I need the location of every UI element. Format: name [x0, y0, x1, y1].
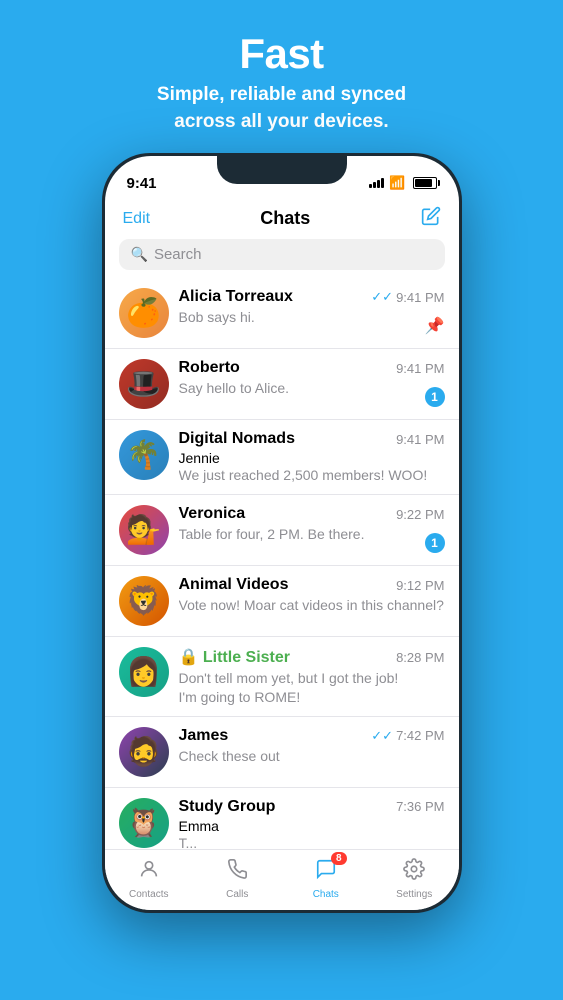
chat-time: 9:41 PM — [396, 432, 444, 447]
chat-preview: T... — [179, 834, 445, 849]
phone-wrapper: 9:41 📶 Edit Chats — [102, 153, 462, 913]
header-title: Fast — [157, 30, 406, 78]
header-section: Fast Simple, reliable and syncedacross a… — [157, 0, 406, 153]
chat-sender: Jennie — [179, 450, 445, 466]
chat-preview: We just reached 2,500 members! WOO! — [179, 466, 445, 484]
avatar: 🦁 — [119, 576, 169, 626]
avatar: 🍊 — [119, 288, 169, 338]
avatar: 💁 — [119, 505, 169, 555]
search-bar[interactable]: 🔍 Search — [119, 239, 445, 270]
chat-name: Animal Videos — [179, 576, 289, 594]
chat-name: Digital Nomads — [179, 430, 295, 448]
chat-name: Veronica — [179, 505, 246, 523]
chat-preview: Say hello to Alice. — [179, 379, 445, 397]
avatar: 🦉 — [119, 798, 169, 848]
tab-calls-label: Calls — [226, 889, 248, 900]
unread-badge: 1 — [425, 387, 445, 407]
tab-contacts[interactable]: Contacts — [105, 858, 194, 900]
chat-time: 9:22 PM — [396, 507, 444, 522]
phone-inner: 9:41 📶 Edit Chats — [105, 156, 459, 910]
chat-time: ✓✓ 7:42 PM — [371, 728, 444, 744]
chat-time: 9:41 PM — [396, 361, 444, 376]
list-item[interactable]: 🦉 Study Group 7:36 PM Emma T... — [105, 788, 459, 849]
chat-sender: Emma — [179, 818, 445, 834]
chat-preview-sub: I'm going to ROME! — [179, 688, 445, 706]
tab-contacts-label: Contacts — [129, 889, 168, 900]
list-item[interactable]: 🎩 Roberto 9:41 PM Say hello to Alice. 1 — [105, 349, 459, 420]
battery-icon — [413, 177, 437, 189]
list-item[interactable]: 💁 Veronica 9:22 PM Table for four, 2 PM.… — [105, 495, 459, 566]
tab-bar: Contacts Calls — [105, 849, 459, 910]
pin-icon: 📌 — [425, 316, 445, 336]
nav-bar: Edit Chats — [105, 200, 459, 239]
tab-settings-label: Settings — [396, 889, 432, 900]
avatar: 🌴 — [119, 430, 169, 480]
status-icons: 📶 — [369, 175, 436, 191]
chat-time: 7:36 PM — [396, 799, 444, 814]
chat-name: James — [179, 727, 229, 745]
list-item[interactable]: 👩 🔒 Little Sister 8:28 PM Don't tell mom… — [105, 637, 459, 716]
chat-preview: Vote now! Moar cat videos in this channe… — [179, 596, 445, 614]
avatar: 👩 — [119, 647, 169, 697]
list-item[interactable]: 🌴 Digital Nomads 9:41 PM Jennie We just … — [105, 420, 459, 495]
chat-time: ✓✓ 9:41 PM — [371, 289, 444, 305]
chat-name: Roberto — [179, 359, 240, 377]
signal-icon — [369, 178, 384, 188]
chat-preview: Check these out — [179, 747, 445, 765]
tab-settings[interactable]: Settings — [370, 858, 459, 900]
avatar: 🧔 — [119, 727, 169, 777]
edit-button[interactable]: Edit — [123, 210, 151, 228]
chat-preview: Don't tell mom yet, but I got the job! — [179, 669, 445, 687]
unread-badge: 1 — [425, 533, 445, 553]
compose-button[interactable] — [421, 206, 441, 231]
chat-name: 🔒 Little Sister — [179, 647, 291, 667]
notch — [217, 156, 347, 184]
chat-time: 9:12 PM — [396, 578, 444, 593]
tab-chats-label: Chats — [313, 889, 339, 900]
search-icon: 🔍 — [131, 246, 148, 263]
chat-list: 🍊 Alicia Torreaux ✓✓ 9:41 PM Bob says hi… — [105, 278, 459, 849]
status-time: 9:41 — [127, 175, 157, 192]
chat-name: Alicia Torreaux — [179, 288, 293, 306]
calls-icon — [226, 858, 248, 886]
tab-calls[interactable]: Calls — [193, 858, 282, 900]
list-item[interactable]: 🧔 James ✓✓ 7:42 PM Check these out — [105, 717, 459, 788]
contacts-icon — [138, 858, 160, 886]
wifi-icon: 📶 — [389, 175, 405, 191]
chat-name: Study Group — [179, 798, 276, 816]
list-item[interactable]: 🍊 Alicia Torreaux ✓✓ 9:41 PM Bob says hi… — [105, 278, 459, 349]
chat-time: 8:28 PM — [396, 650, 444, 665]
list-item[interactable]: 🦁 Animal Videos 9:12 PM Vote now! Moar c… — [105, 566, 459, 637]
chat-preview: Bob says hi. — [179, 308, 445, 326]
avatar: 🎩 — [119, 359, 169, 409]
tab-chats[interactable]: 8 Chats — [282, 858, 371, 900]
nav-title: Chats — [260, 208, 310, 229]
settings-icon — [403, 858, 425, 886]
header-subtitle: Simple, reliable and syncedacross all yo… — [157, 82, 406, 135]
phone-frame: 9:41 📶 Edit Chats — [102, 153, 462, 913]
chat-preview: Table for four, 2 PM. Be there. — [179, 525, 445, 543]
chats-tab-badge: 8 — [331, 852, 347, 865]
search-placeholder: Search — [154, 246, 202, 263]
